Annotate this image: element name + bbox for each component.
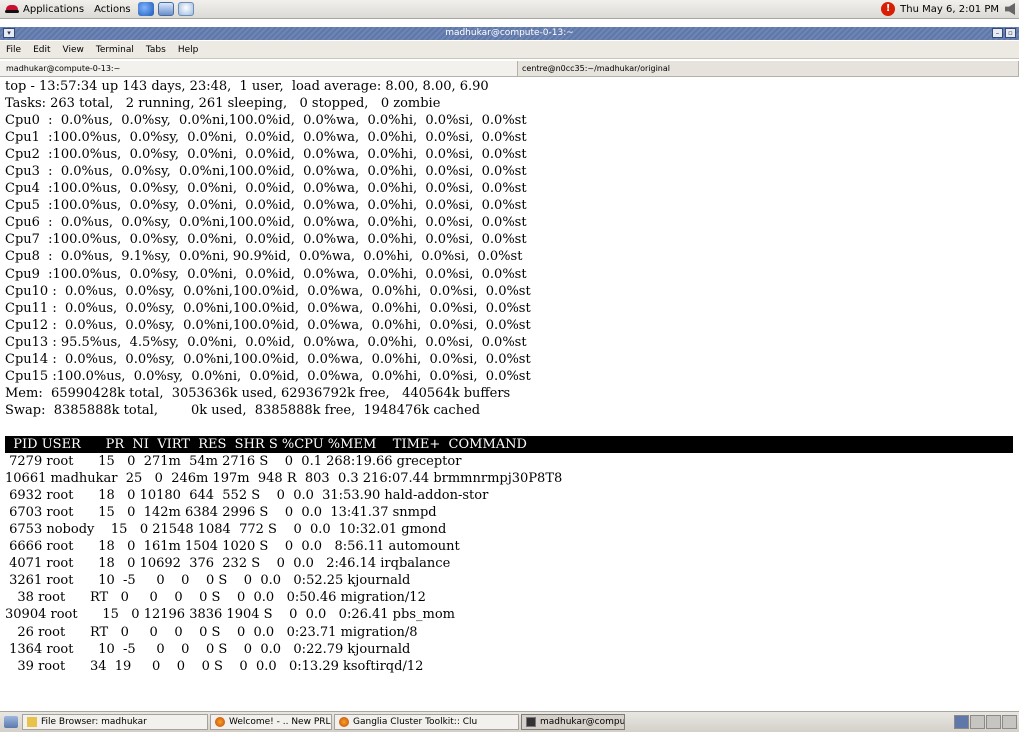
mail-launcher-icon[interactable] (157, 2, 174, 16)
process-row: 30904 root 15 0 12196 3836 1904 S 0 0.0 … (5, 607, 455, 623)
actions-label: Actions (94, 3, 131, 15)
browser-icon (339, 717, 349, 727)
process-row: 6932 root 18 0 10180 644 552 S 0 0.0 31:… (5, 488, 489, 504)
browser-icon (215, 717, 225, 727)
top-summary: top - 13:57:34 up 143 days, 23:48, 1 use… (5, 78, 1013, 419)
menu-tabs[interactable]: Tabs (140, 45, 172, 55)
window-title: madhukar@compute-0-13:~ (445, 28, 574, 38)
process-table: 7279 root 15 0 271m 54m 2716 S 0 0.1 268… (5, 453, 1013, 675)
cpu-line: Cpu13 : 95.5%us, 4.5%sy, 0.0%ni, 0.0%id,… (5, 334, 527, 350)
cpu-line: Cpu2 :100.0%us, 0.0%sy, 0.0%ni, 0.0%id, … (5, 147, 527, 163)
menu-file[interactable]: File (0, 45, 27, 55)
terminal-output[interactable]: top - 13:57:34 up 143 days, 23:48, 1 use… (5, 78, 1013, 710)
web-browser-launcher-icon[interactable] (137, 2, 154, 16)
taskbar-label: Welcome! - .. New PRL HPC (229, 717, 331, 727)
cpu-line: Cpu6 : 0.0%us, 0.0%sy, 0.0%ni,100.0%id, … (5, 215, 527, 231)
cpu-line: Cpu10 : 0.0%us, 0.0%sy, 0.0%ni,100.0%id,… (5, 283, 531, 299)
process-row: 6703 root 15 0 142m 6384 2996 S 0 0.0 13… (5, 505, 437, 521)
maximize-button[interactable]: ▫ (1005, 28, 1016, 38)
terminal-tabs: madhukar@compute-0-13:~ centre@n0cc35:~/… (0, 61, 1019, 77)
taskbar-file-browser[interactable]: File Browser: madhukar (22, 714, 208, 730)
workspace-switcher (953, 715, 1017, 729)
menu-view[interactable]: View (57, 45, 90, 55)
cpu-line: Cpu8 : 0.0%us, 9.1%sy, 0.0%ni, 90.9%id, … (5, 249, 523, 265)
process-row: 10661 madhukar 25 0 246m 197m 948 R 803 … (5, 471, 563, 487)
cpu-line: Cpu7 :100.0%us, 0.0%sy, 0.0%ni, 0.0%id, … (5, 232, 527, 248)
volume-icon[interactable] (1005, 3, 1015, 15)
process-row: 7279 root 15 0 271m 54m 2716 S 0 0.1 268… (5, 454, 462, 470)
memory-line: Swap: 8385888k total, 0k used, 8385888k … (5, 402, 481, 418)
taskbar-label: madhukar@compute-0-13:~ (540, 717, 625, 727)
workspace-1[interactable] (954, 715, 969, 729)
update-alert-icon[interactable]: ! (881, 2, 896, 16)
folder-icon (27, 717, 37, 727)
process-table-header: PID USER PR NI VIRT RES SHR S %CPU %MEM … (5, 435, 1013, 454)
tab-centre-n0cc35[interactable]: centre@n0cc35:~/madhukar/original (518, 61, 1019, 76)
panel-tray: ! Thu May 6, 2:01 PM (881, 2, 1019, 16)
menu-terminal[interactable]: Terminal (90, 45, 140, 55)
process-row: 3261 root 10 -5 0 0 0 S 0 0.0 0:52.25 kj… (5, 573, 411, 589)
window-controls: – ▫ (992, 28, 1016, 38)
menu-edit[interactable]: Edit (27, 45, 56, 55)
workspace-4[interactable] (1002, 715, 1017, 729)
applications-menu[interactable]: Applications (0, 4, 89, 15)
redhat-logo-icon (5, 4, 19, 14)
actions-menu[interactable]: Actions (89, 4, 136, 15)
process-row: 6666 root 18 0 161m 1504 1020 S 0 0.0 8:… (5, 539, 460, 555)
cpu-line: Cpu4 :100.0%us, 0.0%sy, 0.0%ni, 0.0%id, … (5, 181, 527, 197)
bottom-taskbar: File Browser: madhukar Welcome! - .. New… (0, 711, 1019, 732)
process-row: 6753 nobody 15 0 21548 1084 772 S 0 0.0 … (5, 522, 447, 538)
window-titlebar[interactable]: ▾ madhukar@compute-0-13:~ – ▫ (0, 27, 1019, 40)
taskbar-label: File Browser: madhukar (41, 717, 147, 727)
applications-label: Applications (23, 3, 85, 15)
menu-bar: File Edit View Terminal Tabs Help (0, 41, 1019, 59)
process-row: 38 root RT 0 0 0 0 S 0 0.0 0:50.46 migra… (5, 590, 426, 606)
window-menu-button[interactable]: ▾ (3, 28, 15, 38)
menu-help[interactable]: Help (172, 45, 205, 55)
process-row: 39 root 34 19 0 0 0 S 0 0.0 0:13.29 ksof… (5, 658, 424, 674)
cpu-line: Cpu11 : 0.0%us, 0.0%sy, 0.0%ni,100.0%id,… (5, 300, 531, 316)
minimize-button[interactable]: – (992, 28, 1003, 38)
tab-madhukar-compute[interactable]: madhukar@compute-0-13:~ (0, 61, 518, 76)
file-launcher-icon[interactable] (177, 2, 194, 16)
process-row: 26 root RT 0 0 0 0 S 0 0.0 0:23.71 migra… (5, 624, 418, 640)
cpu-line: Cpu15 :100.0%us, 0.0%sy, 0.0%ni, 0.0%id,… (5, 368, 531, 384)
taskbar-browser[interactable]: Welcome! - .. New PRL HPC (210, 714, 332, 730)
workspace-3[interactable] (986, 715, 1001, 729)
uptime-line: top - 13:57:34 up 143 days, 23:48, 1 use… (5, 79, 489, 94)
cpu-line: Cpu1 :100.0%us, 0.0%sy, 0.0%ni, 0.0%id, … (5, 130, 527, 146)
cpu-line: Cpu0 : 0.0%us, 0.0%sy, 0.0%ni,100.0%id, … (5, 113, 527, 129)
cpu-line: Cpu5 :100.0%us, 0.0%sy, 0.0%ni, 0.0%id, … (5, 198, 527, 214)
taskbar-terminal[interactable]: madhukar@compute-0-13:~ (521, 714, 625, 730)
taskbar-ganglia[interactable]: Ganglia Cluster Toolkit:: Clu (334, 714, 519, 730)
memory-line: Mem: 65990428k total, 3053636k used, 629… (5, 385, 511, 401)
top-panel: Applications Actions ! Thu May 6, 2:01 P… (0, 0, 1019, 19)
cpu-line: Cpu14 : 0.0%us, 0.0%sy, 0.0%ni,100.0%id,… (5, 351, 531, 367)
tasks-line: Tasks: 263 total, 2 running, 261 sleepin… (5, 96, 441, 112)
cpu-line: Cpu9 :100.0%us, 0.0%sy, 0.0%ni, 0.0%id, … (5, 266, 527, 282)
clock[interactable]: Thu May 6, 2:01 PM (900, 4, 999, 15)
workspace-2[interactable] (970, 715, 985, 729)
cpu-line: Cpu12 : 0.0%us, 0.0%sy, 0.0%ni,100.0%id,… (5, 317, 531, 333)
cpu-line: Cpu3 : 0.0%us, 0.0%sy, 0.0%ni,100.0%id, … (5, 164, 527, 180)
process-row: 4071 root 18 0 10692 376 232 S 0 0.0 2:4… (5, 556, 451, 572)
terminal-icon (526, 717, 536, 727)
process-row: 1364 root 10 -5 0 0 0 S 0 0.0 0:22.79 kj… (5, 641, 411, 657)
taskbar-label: Ganglia Cluster Toolkit:: Clu (353, 717, 478, 727)
show-desktop-icon[interactable] (4, 716, 18, 728)
